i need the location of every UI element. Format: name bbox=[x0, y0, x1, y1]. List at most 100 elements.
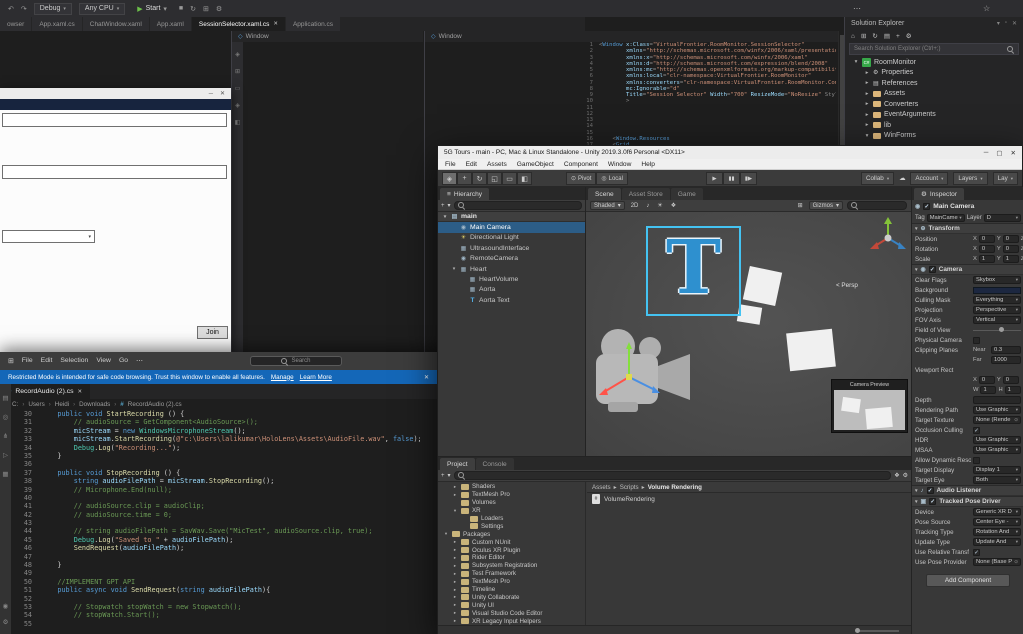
menu-item[interactable]: View bbox=[96, 357, 111, 365]
refresh-icon[interactable]: ↻ bbox=[190, 5, 196, 13]
grid-icon[interactable]: ⊞ bbox=[235, 68, 240, 75]
scene-search-input[interactable] bbox=[847, 201, 907, 210]
dropdown[interactable]: Center Eye -▾ bbox=[973, 518, 1021, 526]
collab-dropdown[interactable]: Collab▾ bbox=[861, 172, 894, 185]
step-button[interactable]: ▮▶ bbox=[740, 172, 757, 185]
checkbox[interactable]: ✓ bbox=[973, 427, 980, 434]
expander-icon[interactable]: ▸ bbox=[452, 492, 458, 498]
session-dropdown[interactable]: ▾ bbox=[2, 230, 95, 243]
editor-tab[interactable]: ChatWindow.xaml bbox=[83, 17, 149, 31]
dropdown[interactable]: Update And▾ bbox=[973, 538, 1021, 546]
more-icon[interactable]: ⋯ bbox=[136, 357, 143, 365]
editor-tab[interactable]: owser bbox=[0, 17, 31, 31]
command-center-search[interactable]: Search bbox=[250, 356, 342, 366]
hierarchy-item[interactable]: ◉Main Camera bbox=[438, 222, 585, 232]
tab-console[interactable]: Console bbox=[476, 458, 514, 470]
dropdown[interactable]: Generic XR D▾ bbox=[973, 508, 1021, 516]
dropdown[interactable]: Everything▾ bbox=[973, 296, 1021, 304]
chevron-down-icon[interactable]: ▾ bbox=[448, 472, 451, 479]
value-field[interactable]: 1 bbox=[980, 386, 996, 394]
transform-tool-icon[interactable]: ◧ bbox=[517, 172, 532, 185]
project-folder[interactable]: ▸TextMesh Pro bbox=[438, 491, 585, 499]
active-checkbox[interactable]: ✓ bbox=[923, 203, 930, 210]
expander-icon[interactable]: ▸ bbox=[864, 80, 870, 86]
component-header[interactable]: ▾▣✓Tracked Pose Driver bbox=[912, 496, 1023, 507]
expander-icon[interactable]: ▸ bbox=[452, 610, 458, 616]
expander-icon[interactable]: ▸ bbox=[452, 539, 458, 545]
value-field[interactable]: 0 bbox=[1003, 376, 1019, 384]
dropdown[interactable]: Perspective▾ bbox=[973, 306, 1021, 314]
pause-button[interactable]: ▮▮ bbox=[723, 172, 740, 185]
rotate-tool-icon[interactable]: ↻ bbox=[472, 172, 487, 185]
expander-icon[interactable]: ▾ bbox=[452, 508, 458, 514]
account-icon[interactable]: ◉ bbox=[3, 602, 9, 610]
editor-tab[interactable]: Application.cs bbox=[286, 17, 340, 31]
breadcrumb-segment[interactable]: C: bbox=[12, 401, 18, 408]
home-icon[interactable]: ⌂ bbox=[851, 33, 855, 40]
menu-item[interactable]: Selection bbox=[60, 357, 88, 365]
platform-dropdown[interactable]: Any CPU▾ bbox=[79, 3, 125, 15]
menu-item[interactable]: Window bbox=[608, 161, 631, 168]
asset-item[interactable]: # VolumeRendering bbox=[587, 493, 911, 505]
project-folder[interactable]: ▾Packages bbox=[438, 530, 585, 538]
hierarchy-item[interactable]: ◉RemoteCamera bbox=[438, 254, 585, 264]
hierarchy-item[interactable]: ▦UltrasoundInterface bbox=[438, 243, 585, 253]
tab-asset-store[interactable]: Asset Store bbox=[622, 188, 670, 200]
color-swatch[interactable] bbox=[973, 287, 1021, 294]
expander-icon[interactable]: ▸ bbox=[452, 587, 458, 593]
menu-item[interactable]: File bbox=[22, 357, 33, 365]
2d-toggle[interactable]: 2D bbox=[629, 203, 641, 209]
document-outline-bar[interactable]: ◇Window bbox=[232, 31, 423, 42]
expander-icon[interactable]: ▸ bbox=[864, 101, 870, 107]
slider-thumb[interactable] bbox=[999, 327, 1004, 332]
checkbox[interactable] bbox=[973, 457, 980, 464]
project-folder[interactable]: ▸Visual Studio Code Editor bbox=[438, 609, 585, 617]
menu-item[interactable]: Component bbox=[564, 161, 598, 168]
breadcrumb-segment[interactable]: Downloads bbox=[79, 401, 110, 408]
value-field[interactable]: 0 bbox=[979, 235, 995, 243]
solution-item[interactable]: ▸Converters bbox=[845, 99, 1023, 110]
expander-icon[interactable]: ▸ bbox=[452, 571, 458, 577]
menu-item[interactable]: Help bbox=[641, 161, 655, 168]
cloud-icon[interactable]: ☁ bbox=[899, 175, 905, 182]
grid-icon[interactable]: ⊞ bbox=[203, 5, 209, 13]
back-icon[interactable]: ↶ bbox=[8, 5, 14, 13]
gizmos-dropdown[interactable]: Gizmos▾ bbox=[809, 201, 843, 210]
expander-icon[interactable]: ▸ bbox=[864, 91, 870, 97]
component-header[interactable]: ▾◉✓Camera bbox=[912, 264, 1023, 275]
session-input[interactable] bbox=[2, 165, 227, 179]
expander-icon[interactable]: ▸ bbox=[864, 122, 870, 128]
checkbox[interactable] bbox=[973, 337, 980, 344]
scene-quad[interactable] bbox=[743, 266, 782, 306]
account-dropdown[interactable]: Account▾ bbox=[910, 172, 948, 185]
gear-icon[interactable]: ⚙ bbox=[903, 472, 908, 479]
hierarchy-item[interactable]: ▾▦Heart bbox=[438, 264, 585, 274]
expander-icon[interactable]: ▸ bbox=[864, 70, 870, 76]
solution-item[interactable]: ▸Assets bbox=[845, 89, 1023, 100]
dropdown[interactable]: Skybox▾ bbox=[973, 276, 1021, 284]
expander-icon[interactable]: ▸ bbox=[452, 563, 458, 569]
hierarchy-item[interactable]: ☀Directional Light bbox=[438, 233, 585, 243]
breadcrumb-segment[interactable]: Heidi bbox=[55, 401, 69, 408]
hierarchy-search-input[interactable] bbox=[454, 201, 582, 210]
refresh-icon[interactable]: ↻ bbox=[872, 32, 877, 40]
debug-config-dropdown[interactable]: Debug▾ bbox=[34, 3, 72, 15]
audio-toggle-icon[interactable]: ♪ bbox=[644, 203, 651, 209]
object-field[interactable]: None (Base P⊙ bbox=[973, 558, 1021, 566]
scene-quad[interactable] bbox=[786, 329, 836, 372]
tab-hierarchy[interactable]: ≡Hierarchy bbox=[440, 188, 489, 200]
expander-icon[interactable]: ▾ bbox=[853, 59, 859, 65]
diamond-icon[interactable]: ◈ bbox=[235, 102, 240, 109]
value-field[interactable]: 0 bbox=[979, 245, 995, 253]
close-icon[interactable]: ✕ bbox=[78, 389, 83, 395]
editor-tab[interactable]: App.xaml bbox=[150, 17, 191, 31]
expander-icon[interactable]: ▾ bbox=[864, 133, 870, 139]
diamond-icon[interactable]: ❖ bbox=[894, 472, 899, 479]
expander-icon[interactable]: ▸ bbox=[452, 547, 458, 553]
run-debug-icon[interactable]: ▷ bbox=[3, 451, 8, 459]
shading-mode-dropdown[interactable]: Shaded▾ bbox=[590, 201, 625, 210]
component-header[interactable]: ▾⊕Transform bbox=[912, 223, 1023, 234]
project-folder[interactable]: ▸Timeline bbox=[438, 586, 585, 594]
pin-icon[interactable]: ▫ bbox=[1005, 20, 1007, 27]
editor-tab[interactable]: # RecordAudio (2).cs ✕ bbox=[0, 384, 90, 399]
